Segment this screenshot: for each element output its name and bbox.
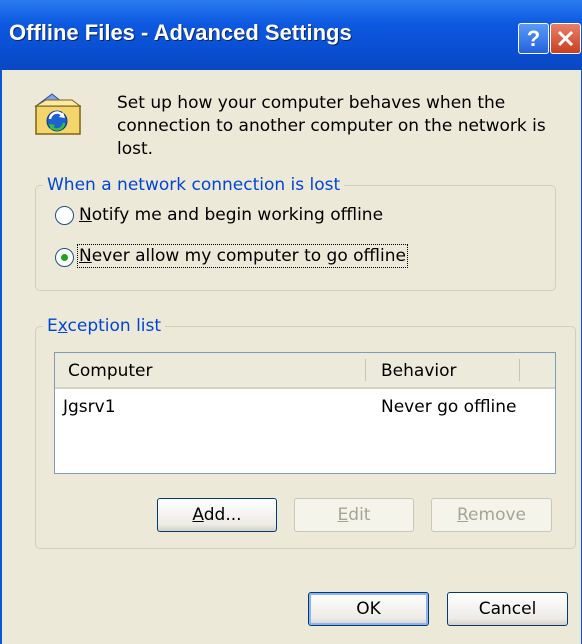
radio-notify-offline[interactable] xyxy=(55,206,74,225)
description-text: Set up how your computer behaves when th… xyxy=(117,93,546,159)
column-header-behavior[interactable]: Behavior xyxy=(381,361,457,381)
network-group xyxy=(35,185,556,291)
exception-list[interactable]: Computer Behavior Jgsrv1 Never go offlin… xyxy=(54,352,556,474)
network-group-title: When a network connection is lost xyxy=(43,175,345,195)
dialog-window: Offline Files - Advanced Settings ? Set … xyxy=(0,0,582,644)
remove-button[interactable]: Remove xyxy=(431,498,552,532)
offline-files-icon xyxy=(34,93,82,135)
radio-label-never-offline[interactable]: Never allow my computer to go offline xyxy=(77,244,408,268)
add-button[interactable]: Add... xyxy=(157,498,277,532)
ok-button[interactable]: OK xyxy=(308,592,429,626)
column-divider[interactable] xyxy=(365,359,366,381)
window-title: Offline Files - Advanced Settings xyxy=(9,20,352,45)
cancel-button[interactable]: Cancel xyxy=(447,592,568,626)
cell-behavior[interactable]: Never go offline xyxy=(381,397,516,417)
radio-never-offline[interactable] xyxy=(55,248,74,267)
column-divider[interactable] xyxy=(519,359,520,381)
column-header-computer[interactable]: Computer xyxy=(68,361,153,381)
exception-group-title: Exception list xyxy=(43,316,166,336)
help-icon: ? xyxy=(526,26,541,51)
edit-button[interactable]: Edit xyxy=(294,498,414,532)
radio-selected-dot xyxy=(61,254,68,261)
close-button[interactable] xyxy=(550,23,581,54)
radio-label-notify-offline[interactable]: Notify me and begin working offline xyxy=(79,205,383,225)
cell-computer[interactable]: Jgsrv1 xyxy=(63,397,116,417)
list-header: Computer Behavior xyxy=(55,353,555,389)
help-button[interactable]: ? xyxy=(518,23,549,54)
title-bar[interactable]: Offline Files - Advanced Settings ? xyxy=(0,0,582,70)
close-icon xyxy=(557,30,574,47)
